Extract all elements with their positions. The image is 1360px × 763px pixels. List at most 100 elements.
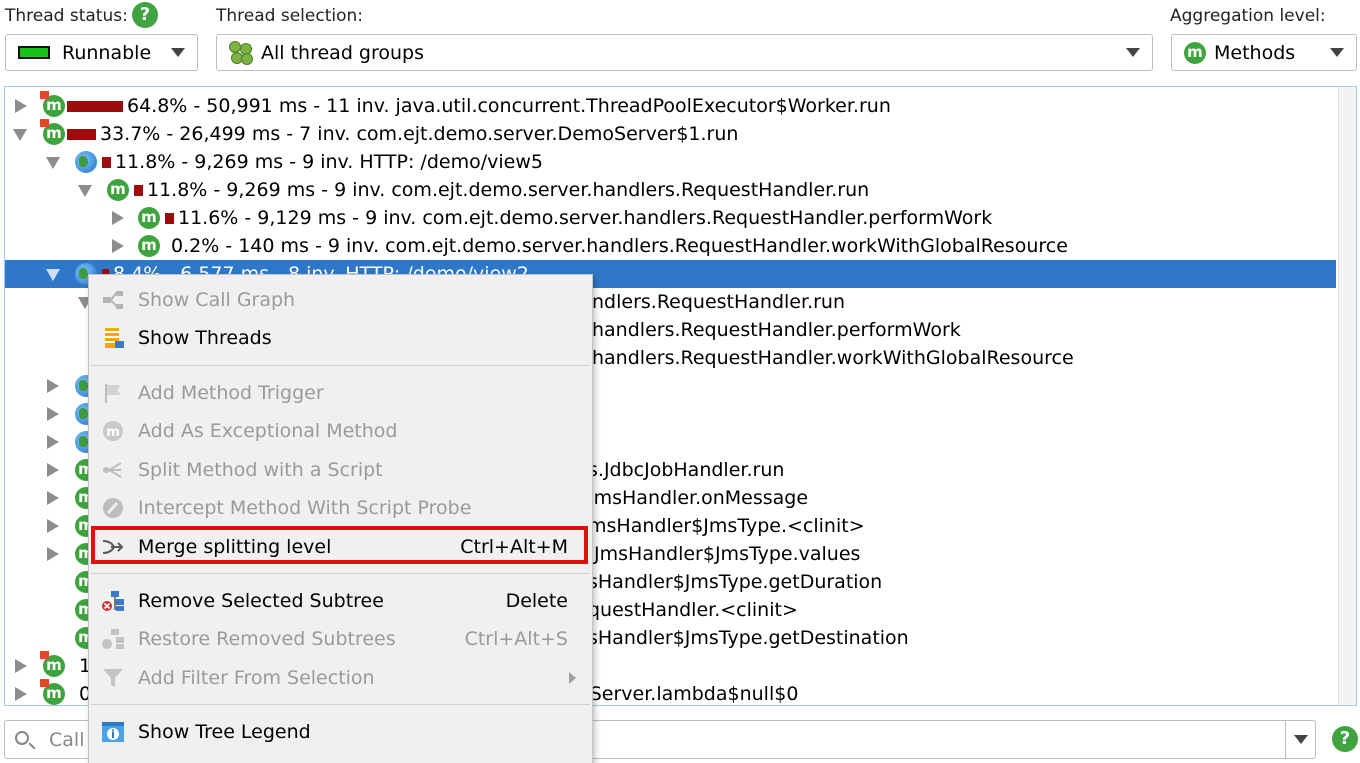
tree-row[interactable]: m 33.7% - 26,499 ms - 7 inv. com.ejt.dem… <box>5 119 1336 148</box>
thread-selection-dropdown[interactable]: All thread groups <box>216 34 1153 71</box>
thread-status-dropdown[interactable]: Runnable <box>5 34 198 71</box>
expand-icon[interactable] <box>47 407 59 421</box>
method-icon: m <box>40 119 65 145</box>
tree-row-label: ndlers.RequestHandler.run <box>592 291 846 313</box>
expand-icon[interactable] <box>47 379 59 393</box>
submenu-arrow-icon <box>569 672 576 684</box>
menu-item-shortcut: Delete <box>505 590 568 612</box>
menu-item-label: Add Method Trigger <box>138 382 324 404</box>
info-icon <box>102 722 124 742</box>
filter-icon <box>103 669 123 687</box>
tree-row-label: handlers.RequestHandler.workWithGlobalRe… <box>592 347 1074 369</box>
tree-row-label: oServer.lambda$null$0 <box>578 683 799 705</box>
collapse-icon[interactable] <box>13 129 27 141</box>
tree-row-label: msHandler$JmsType.<clinit> <box>588 515 865 537</box>
highlight-box <box>91 526 588 564</box>
tree-row-label: 11.6% - 9,129 ms - 9 inv. com.ejt.demo.s… <box>178 207 993 229</box>
tree-row-label: 64.8% - 50,991 ms - 11 inv. java.util.co… <box>127 95 891 117</box>
tree-row[interactable]: m 64.8% - 50,991 ms - 11 inv. java.util.… <box>5 91 1336 120</box>
tree-row[interactable]: m 0.2% - 140 ms - 9 inv. com.ejt.demo.se… <box>5 232 1336 260</box>
help-icon[interactable]: ? <box>132 2 158 28</box>
menu-item-split-method-script[interactable]: Split Method with a Script <box>89 451 592 489</box>
menu-item-remove-selected-subtree[interactable]: Remove Selected Subtree Delete <box>89 582 592 620</box>
call-graph-icon <box>103 291 123 309</box>
split-icon <box>103 462 122 478</box>
menu-item-label: Remove Selected Subtree <box>138 590 384 612</box>
menu-item-add-method-trigger[interactable]: Add Method Trigger <box>89 374 592 412</box>
tree-row[interactable]: 11.8% - 9,269 ms - 9 inv. HTTP: /demo/vi… <box>5 148 1336 176</box>
aggregation-dropdown[interactable]: m Methods <box>1171 34 1357 71</box>
collapse-icon[interactable] <box>78 185 92 197</box>
percent-bar <box>67 128 96 140</box>
svg-text:m: m <box>106 425 120 440</box>
vertical-scrollbar[interactable] <box>1338 87 1356 705</box>
probe-icon <box>103 498 123 518</box>
tree-row-label: s.JdbcJobHandler.run <box>588 459 785 481</box>
percent-bar <box>134 184 143 196</box>
search-placeholder: Call <box>49 729 85 751</box>
menu-item-label: Add As Exceptional Method <box>138 420 398 442</box>
expand-icon[interactable] <box>15 659 27 673</box>
collapse-icon[interactable] <box>46 269 60 281</box>
search-history-dropdown[interactable] <box>1285 721 1315 758</box>
remove-subtree-icon <box>102 591 124 611</box>
collapse-icon[interactable] <box>46 157 60 169</box>
method-icon: m <box>40 91 65 117</box>
tree-row-label: sHandler$JmsType.getDuration <box>588 571 883 593</box>
menu-item-add-filter-from-selection[interactable]: Add Filter From Selection <box>89 659 592 697</box>
menu-item-intercept-method-probe[interactable]: Intercept Method With Script Probe <box>89 489 592 527</box>
tree-row-label: handlers.RequestHandler.performWork <box>592 319 961 341</box>
restore-subtree-icon <box>102 629 124 649</box>
expand-icon[interactable] <box>47 491 59 505</box>
expand-icon[interactable] <box>112 239 124 253</box>
menu-item-show-tree-legend[interactable]: Show Tree Legend <box>89 713 592 751</box>
menu-item-show-call-graph[interactable]: Show Call Graph <box>89 281 592 319</box>
tree-row-label: sHandler$JmsType.getDestination <box>588 627 909 649</box>
expand-icon[interactable] <box>112 211 124 225</box>
method-icon: m <box>138 207 160 229</box>
tree-row-label: 11.8% - 9,269 ms - 9 inv. HTTP: /demo/vi… <box>115 151 543 173</box>
menu-item-label: Show Threads <box>138 327 272 349</box>
menu-separator <box>91 365 590 366</box>
thread-status-label: Thread status: <box>5 6 128 26</box>
tree-row[interactable]: m 11.8% - 9,269 ms - 9 inv. com.ejt.demo… <box>5 176 1336 204</box>
chevron-down-icon <box>1126 48 1140 57</box>
tree-row[interactable]: m 11.6% - 9,129 ms - 9 inv. com.ejt.demo… <box>5 204 1336 232</box>
exceptional-method-icon: m <box>103 421 123 441</box>
tree-row-label: JmsHandler.onMessage <box>588 487 809 509</box>
runnable-icon <box>18 46 50 59</box>
menu-separator <box>91 573 590 574</box>
expand-icon[interactable] <box>47 519 59 533</box>
method-icon: m <box>40 679 65 705</box>
thread-selection-value: All thread groups <box>261 41 424 64</box>
menu-item-shortcut: Ctrl+Alt+S <box>464 628 568 650</box>
menu-item-restore-removed-subtrees[interactable]: Restore Removed Subtrees Ctrl+Alt+S <box>89 620 592 658</box>
expand-icon[interactable] <box>15 99 27 113</box>
method-icon: m <box>40 651 65 677</box>
menu-item-add-exceptional-method[interactable]: m Add As Exceptional Method <box>89 412 592 450</box>
menu-item-label: Restore Removed Subtrees <box>138 628 396 650</box>
thread-status-value: Runnable <box>62 41 152 64</box>
expand-icon[interactable] <box>15 687 27 701</box>
tree-row-label: 33.7% - 26,499 ms - 7 inv. com.ejt.demo.… <box>100 123 739 145</box>
menu-item-label: Add Filter From Selection <box>138 667 375 689</box>
menu-item-label: Split Method with a Script <box>138 459 383 481</box>
thread-selection-label: Thread selection: <box>216 6 363 26</box>
menu-item-show-threads[interactable]: Show Threads <box>89 319 592 357</box>
tree-row-label: .JmsHandler$JmsType.values <box>588 543 861 565</box>
aggregation-value: Methods <box>1214 41 1296 64</box>
menu-item-label: Show Call Graph <box>138 289 296 311</box>
chevron-down-icon <box>171 48 185 57</box>
expand-icon[interactable] <box>47 435 59 449</box>
help-icon[interactable]: ? <box>1332 726 1358 752</box>
expand-icon[interactable] <box>47 463 59 477</box>
menu-item-label: Intercept Method With Script Probe <box>138 497 472 519</box>
percent-bar <box>67 100 123 112</box>
menu-item-label: Show Tree Legend <box>138 721 311 743</box>
method-icon: m <box>1184 41 1206 64</box>
search-icon <box>15 731 29 745</box>
expand-icon[interactable] <box>47 547 59 561</box>
chevron-down-icon <box>1330 48 1344 57</box>
menu-separator <box>91 704 590 705</box>
threads-icon <box>105 328 124 348</box>
